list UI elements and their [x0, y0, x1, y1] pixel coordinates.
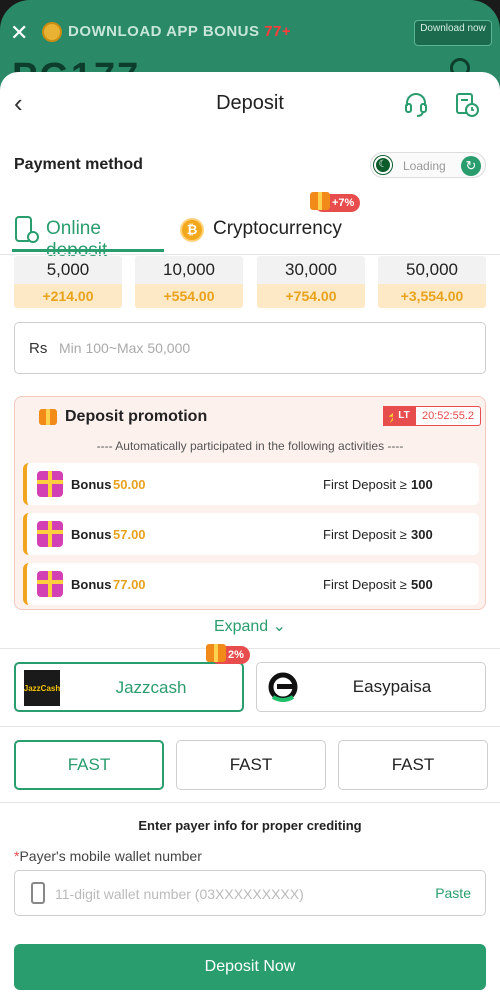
wallet-label: *Payer's mobile wallet number	[14, 848, 202, 864]
condition-threshold: 300	[411, 527, 433, 542]
crypto-bonus-badge: +7%	[310, 192, 361, 212]
amount-bonus: +554.00	[135, 284, 243, 308]
tab-online-deposit[interactable]: Online deposit	[12, 210, 164, 261]
crypto-bonus-text: +7%	[332, 197, 355, 209]
amount-option[interactable]: 10,000 +554.00	[135, 256, 243, 308]
bonus-label: Bonus	[71, 577, 112, 592]
chevron-down-icon: ⌄	[272, 618, 287, 635]
payer-hint: Enter payer info for proper crediting	[138, 818, 362, 833]
speed-option[interactable]: FAST	[14, 740, 164, 790]
gift-box-icon	[37, 471, 63, 497]
amount-value: 50,000	[406, 260, 458, 279]
condition-label: First Deposit ≥	[323, 477, 407, 492]
condition-threshold: 500	[411, 577, 433, 592]
gift-box-icon	[37, 571, 63, 597]
bonus-label: Bonus	[71, 477, 112, 492]
amount-options: 5,000 +214.00 10,000 +554.00 30,000 +754…	[14, 256, 486, 308]
amount-option[interactable]: 5,000 +214.00	[14, 256, 122, 308]
deposit-sheet: ‹ Deposit Payment method ☾ Loading ↻ Onl…	[0, 72, 500, 1000]
channel-bonus-badge: 2%	[206, 644, 250, 664]
phone-deposit-icon	[14, 215, 40, 250]
banner-promo-text: DOWNLOAD APP BONUS	[68, 23, 260, 40]
tab-label: Cryptocurrency	[213, 218, 342, 239]
banner-promo: DOWNLOAD APP BONUS 77+	[68, 23, 291, 40]
channel-name: Easypaisa	[352, 677, 432, 696]
divider	[0, 254, 500, 255]
tab-cryptocurrency[interactable]: ₿ Cryptocurrency	[180, 210, 350, 252]
timer-value: 20:52:55.2	[415, 406, 481, 426]
phone-icon	[31, 882, 45, 904]
region-selector[interactable]: ☾ Loading ↻	[370, 152, 486, 178]
wallet-field[interactable]: Paste	[14, 870, 486, 916]
promotion-row: Bonus 77.00 First Deposit ≥ 500	[23, 563, 479, 605]
bonus-label: Bonus	[71, 527, 112, 542]
promotion-row: Bonus 57.00 First Deposit ≥ 300	[23, 513, 479, 555]
amount-bonus: +214.00	[14, 284, 122, 308]
amount-value: 5,000	[46, 260, 90, 279]
gift-icon	[39, 409, 57, 425]
deposit-now-button[interactable]: Deposit Now	[14, 944, 486, 990]
expand-label: Expand	[213, 618, 269, 635]
promotion-subtitle: ---- Automatically participated in the f…	[96, 439, 404, 453]
condition-threshold: 100	[411, 477, 433, 492]
timer-tag: LT	[393, 406, 415, 426]
amount-option[interactable]: 30,000 +754.00	[257, 256, 365, 308]
deposit-header: ‹ Deposit	[0, 72, 500, 138]
region-status: Loading	[403, 159, 446, 173]
refresh-icon[interactable]: ↻	[461, 156, 481, 176]
channel-bonus-text: 2%	[228, 649, 244, 661]
amount-bonus: +754.00	[257, 284, 365, 308]
condition-label: First Deposit ≥	[323, 527, 407, 542]
expand-button[interactable]: Expand ⌄	[0, 616, 500, 636]
amount-field[interactable]: Rs	[14, 322, 486, 374]
history-icon[interactable]	[455, 92, 479, 123]
deposit-promotion: Deposit promotion ⚡ LT 20:52:55.2 ---- A…	[14, 396, 486, 610]
bonus-value: 57.00	[113, 527, 146, 542]
pakistan-flag-icon: ☾	[374, 156, 392, 174]
currency-label: Rs	[29, 340, 48, 357]
bonus-value: 77.00	[113, 577, 146, 592]
channel-easypaisa[interactable]: Easypaisa	[256, 662, 486, 712]
coin-icon	[42, 22, 62, 42]
download-app-button[interactable]: Download now	[414, 20, 492, 46]
wallet-number-input[interactable]	[55, 881, 415, 907]
amount-option[interactable]: 50,000 +3,554.00	[378, 256, 486, 308]
promotion-title: Deposit promotion	[65, 408, 208, 425]
gift-icon	[206, 644, 226, 662]
amount-value: 10,000	[163, 260, 215, 279]
speed-option[interactable]: FAST	[338, 740, 488, 790]
payment-method-label: Payment method	[14, 156, 143, 173]
banner-promo-amount: 77+	[264, 23, 292, 40]
deposit-tabs: Online deposit ₿ Cryptocurrency +7%	[0, 192, 500, 261]
amount-bonus: +3,554.00	[378, 284, 486, 308]
jazzcash-logo-text: JazzCash	[24, 684, 60, 693]
paste-button[interactable]: Paste	[435, 885, 471, 901]
wallet-label-text: Payer's mobile wallet number	[19, 848, 202, 864]
customer-service-icon[interactable]	[404, 92, 428, 123]
amount-input[interactable]	[59, 335, 459, 361]
divider	[0, 726, 500, 727]
close-icon[interactable]: ✕	[10, 20, 28, 46]
gift-icon	[310, 192, 330, 210]
bitcoin-icon: ₿	[180, 218, 204, 242]
gift-box-icon	[37, 521, 63, 547]
divider	[0, 648, 500, 649]
channel-jazzcash[interactable]: JazzCash Jazzcash	[14, 662, 244, 712]
easypaisa-logo-icon	[265, 669, 301, 705]
amount-value: 30,000	[285, 260, 337, 279]
promotion-row: Bonus 50.00 First Deposit ≥ 100	[23, 463, 479, 505]
divider	[0, 802, 500, 803]
speed-option[interactable]: FAST	[176, 740, 326, 790]
channel-name: Jazzcash	[115, 678, 187, 697]
condition-label: First Deposit ≥	[323, 577, 407, 592]
jazzcash-logo-icon: JazzCash	[24, 670, 60, 706]
bonus-value: 50.00	[113, 477, 146, 492]
